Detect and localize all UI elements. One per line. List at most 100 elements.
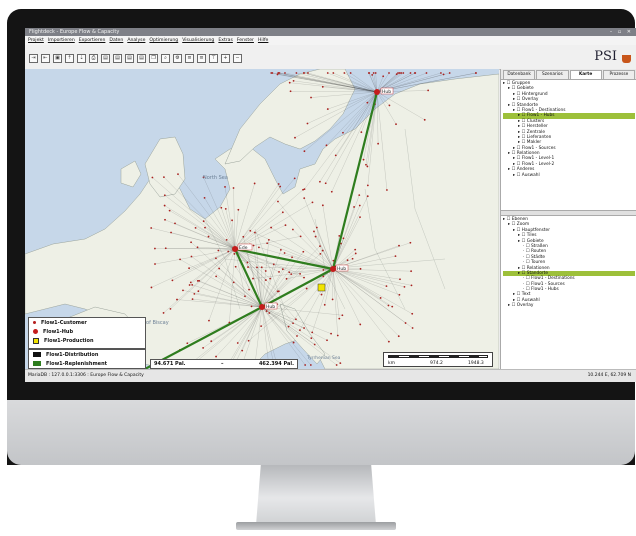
tree-item[interactable]: ▸ ☐ Overlay [503, 303, 635, 308]
print-icon[interactable]: ⎙ [89, 54, 98, 63]
customer-dot [303, 150, 306, 153]
customer-dot [202, 347, 205, 349]
customer-dot [179, 258, 181, 261]
customer-dot [277, 290, 280, 293]
filter-icon[interactable]: ⊤ [209, 54, 218, 63]
scale-mid: 974.2 [430, 361, 443, 366]
doc-icon[interactable]: ▤ [113, 54, 122, 63]
customer-dot [302, 188, 304, 191]
legend-item-hub: Flow1-Hub [29, 327, 145, 336]
zoom-icon[interactable]: ⌕ [161, 54, 170, 63]
save-icon[interactable]: ▣ [53, 54, 62, 63]
tab-szenarios[interactable]: Szenarios [536, 70, 569, 79]
import-icon[interactable]: ⇥ [29, 54, 38, 63]
customer-dot [346, 259, 349, 262]
production-square-icon [33, 337, 39, 344]
customer-dot [188, 284, 191, 286]
customer-dot [314, 235, 317, 238]
customer-dot [247, 266, 249, 268]
scale-max: 1948.3 [468, 361, 484, 366]
doc-icon[interactable]: ▤ [101, 54, 110, 63]
customer-dot [241, 349, 244, 352]
hub-label-d: Hub [266, 304, 275, 310]
tree-item[interactable]: ▸ ☐ Auswahl [503, 173, 635, 178]
label-north-sea: North Sea [203, 175, 228, 181]
customer-dot [278, 72, 281, 74]
customer-dot [295, 318, 297, 321]
customer-dot [177, 173, 179, 176]
customer-dot [377, 142, 380, 145]
customer-dot [265, 310, 268, 312]
customer-dot [285, 277, 288, 280]
zoom-out-icon[interactable]: − [233, 54, 242, 63]
settings-icon[interactable]: ⚙ [173, 54, 182, 63]
customer-dot [341, 314, 344, 317]
customer-dot [163, 176, 165, 179]
copy-icon[interactable]: ❐ [149, 54, 158, 63]
customer-dot [330, 190, 333, 193]
download-icon[interactable]: ⇣ [77, 54, 86, 63]
customer-dot [404, 322, 407, 324]
customer-dot [358, 194, 361, 197]
customer-dot [351, 257, 354, 260]
tree-item-label: Zoom [516, 222, 530, 228]
menu-item-exportieren[interactable]: Exportieren [79, 36, 106, 45]
customer-dot [215, 355, 217, 358]
title-bar: Flightdeck - Europe Flow & Capacity – ▫ … [25, 28, 636, 36]
customer-dot [302, 250, 305, 253]
customer-dot [322, 269, 325, 271]
customer-dot [322, 275, 325, 278]
customer-dot [162, 312, 165, 314]
upload-icon[interactable]: ⇡ [65, 54, 74, 63]
doc-icon[interactable]: ▤ [125, 54, 134, 63]
customer-dot [359, 323, 362, 326]
customer-dot [290, 273, 293, 276]
menu-item-optimierung[interactable]: Optimierung [149, 36, 178, 45]
customer-dot [196, 246, 199, 249]
menu-item-daten[interactable]: Daten [109, 36, 123, 45]
doc-icon[interactable]: ▤ [137, 54, 146, 63]
menu-item-fenster[interactable]: Fenster [237, 36, 254, 45]
window-controls[interactable]: – ▫ ✕ [610, 28, 633, 36]
customer-dot [324, 182, 327, 185]
layers-icon[interactable]: ≡ [197, 54, 206, 63]
scale-unit: km [388, 361, 395, 366]
customer-dot [440, 72, 442, 74]
customer-dot [372, 72, 375, 74]
customer-dot [386, 189, 388, 191]
customer-dot [388, 72, 390, 74]
customer-dot [325, 144, 328, 147]
zoom-in-icon[interactable]: + [221, 54, 230, 63]
layer-tree-groups: ▸ ☐ Gruppen ▸ ☐ Gebiete ▸ ☐ Hintergrund ▸ ☐… [503, 81, 635, 178]
customer-dot [215, 257, 217, 260]
customer-dot [427, 89, 430, 92]
panel-splitter[interactable] [501, 210, 636, 216]
menu-item-visualisierung[interactable]: Visualisierung [182, 36, 214, 45]
customer-dot-icon [33, 321, 36, 324]
customer-dot [395, 73, 398, 76]
tab-karte[interactable]: Karte [569, 70, 602, 79]
customer-dot [242, 235, 245, 238]
layers-icon[interactable]: ≡ [185, 54, 194, 63]
customer-dot [233, 252, 236, 255]
tab-datenbank[interactable]: Datenbank [503, 70, 536, 79]
export-icon[interactable]: ⇤ [41, 54, 50, 63]
menu-item-extras[interactable]: Extras [218, 36, 233, 45]
customer-dot [215, 275, 218, 278]
customer-dot [313, 230, 315, 233]
tab-prozesse[interactable]: Prozesse [602, 70, 635, 79]
customer-dot [252, 277, 254, 280]
map-view[interactable]: North Sea Bay of Biscay Tyrrhenian Sea H… [25, 69, 499, 369]
customer-dot [319, 180, 321, 183]
customer-dot [321, 85, 324, 88]
menu-item-hilfe[interactable]: Hilfe [258, 36, 268, 45]
scale-graphic [388, 355, 488, 358]
customer-dot [186, 342, 189, 345]
legend-item-customer: Flow1-Customer [29, 318, 145, 327]
menu-item-projekt[interactable]: Projekt [28, 36, 44, 45]
tree-item-label: Makler [526, 140, 542, 146]
menu-item-analyse[interactable]: Analyse [127, 36, 145, 45]
customer-dot [388, 104, 391, 107]
customer-dot [277, 200, 279, 203]
menu-item-importieren[interactable]: Importieren [48, 36, 75, 45]
